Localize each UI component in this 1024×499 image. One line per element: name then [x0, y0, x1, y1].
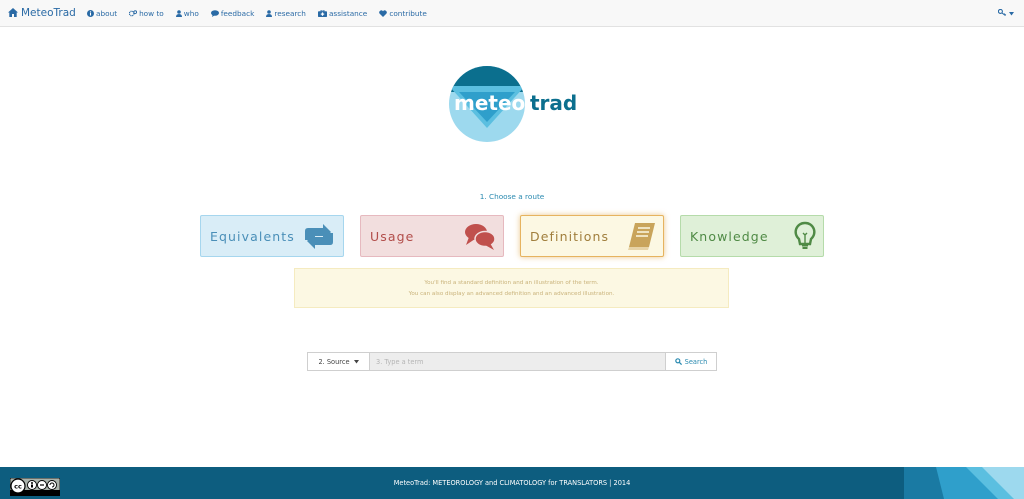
nav-research[interactable]: research — [266, 9, 306, 18]
search-icon — [674, 358, 685, 366]
nav-assistance[interactable]: assistance — [317, 9, 368, 18]
search-button[interactable]: Search — [666, 352, 717, 371]
lightbulb-icon — [793, 221, 817, 255]
gears-icon — [128, 10, 138, 17]
caret-down-icon — [353, 359, 359, 364]
site-footer: cc MeteoTrad: METEOROLOGY and CLIMATOLOG… — [0, 467, 1024, 499]
route-card-equivalents-label: Equivalents — [210, 229, 295, 244]
footer-decoration — [904, 467, 1024, 499]
search-bar: 2. Source Search — [307, 352, 717, 371]
route-card-usage[interactable]: Usage — [360, 215, 504, 257]
medkit-icon — [317, 9, 327, 17]
nav-assistance-label: assistance — [328, 9, 368, 18]
nav-feedback-label: feedback — [220, 9, 255, 18]
route-card-definitions[interactable]: Definitions — [520, 215, 664, 257]
home-icon — [8, 1, 18, 28]
logo-text-trad: trad — [530, 91, 577, 115]
nav-contribute[interactable]: contribute — [379, 9, 427, 18]
nav-who[interactable]: who — [175, 9, 199, 18]
route-card-definitions-label: Definitions — [530, 229, 610, 244]
route-card-equivalents[interactable]: Equivalents — [200, 215, 344, 257]
info-circle-icon — [87, 10, 94, 17]
comments-icon — [464, 221, 496, 255]
source-dropdown-button[interactable]: 2. Source — [307, 352, 370, 371]
heart-icon — [379, 10, 388, 17]
key-icon — [997, 8, 1007, 18]
nav-how-to-label: how to — [139, 9, 164, 18]
nav-contribute-label: contribute — [389, 9, 427, 18]
login-dropdown[interactable] — [997, 0, 1014, 27]
search-button-label: Search — [684, 357, 708, 366]
route-description-line-2: You can also display an advanced definit… — [408, 291, 615, 297]
brand-link[interactable]: MeteoTrad — [8, 0, 76, 27]
route-description-box: You'll find a standard definition and an… — [294, 268, 729, 308]
meteotrad-logo: meteo trad — [449, 64, 581, 144]
footer-text: MeteoTrad: METEOROLOGY and CLIMATOLOGY f… — [393, 479, 631, 487]
route-card-knowledge[interactable]: Knowledge — [680, 215, 824, 257]
logo-text-meteo: meteo — [454, 91, 525, 115]
nav-who-label: who — [183, 9, 199, 18]
term-input[interactable] — [370, 352, 666, 371]
route-description-line-1: You'll find a standard definition and an… — [424, 280, 599, 286]
nav-feedback[interactable]: feedback — [210, 9, 255, 18]
nav-how-to[interactable]: how to — [128, 9, 164, 18]
route-card-usage-label: Usage — [370, 229, 415, 244]
book-icon — [627, 221, 657, 255]
source-dropdown-label: 2. Source — [318, 357, 350, 366]
user-icon — [175, 10, 182, 17]
main-nav: about how to who feedback research assis… — [87, 0, 439, 27]
nav-research-label: research — [274, 9, 306, 18]
chevron-down-icon — [1009, 10, 1014, 18]
nav-about-label: about — [96, 9, 118, 18]
top-navbar: MeteoTrad about how to who feedback rese… — [0, 0, 1024, 27]
users-icon — [266, 10, 273, 17]
brand-label: MeteoTrad — [21, 7, 76, 19]
route-label: 1. Choose a route — [479, 192, 545, 201]
retweet-icon — [303, 221, 335, 255]
route-card-knowledge-label: Knowledge — [690, 229, 769, 244]
comment-icon — [210, 10, 219, 17]
nav-about[interactable]: about — [87, 9, 117, 18]
